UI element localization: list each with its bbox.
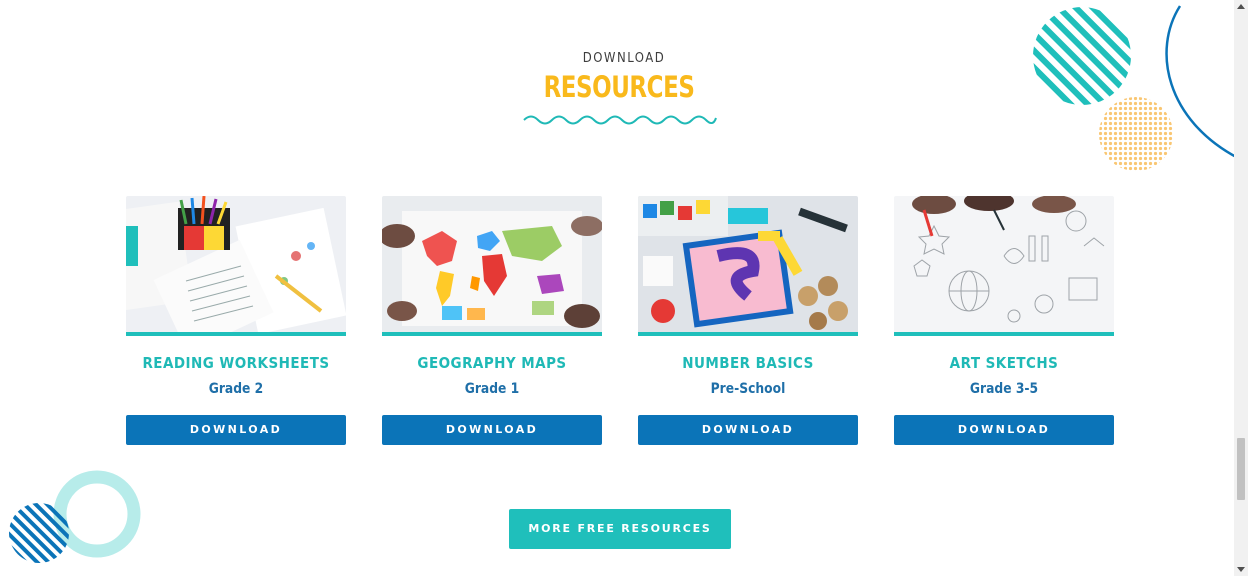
scroll-up-arrow-icon[interactable] — [1237, 4, 1245, 9]
section-title: RESOURCES — [543, 70, 695, 104]
decorative-striped-circle-blue — [9, 503, 69, 563]
resource-card-art-sketches: ART SKETCHS Grade 3-5 DOWNLOAD — [894, 196, 1114, 445]
resource-card-geography-maps: GEOGRAPHY MAPS Grade 1 DOWNLOAD — [382, 196, 602, 445]
card-grade: Grade 1 — [464, 381, 520, 397]
more-free-resources-button[interactable]: MORE FREE RESOURCES — [509, 509, 731, 549]
card-title: ART SKETCHS — [949, 354, 1059, 372]
download-button[interactable]: DOWNLOAD — [382, 415, 602, 445]
download-button[interactable]: DOWNLOAD — [126, 415, 346, 445]
vertical-scrollbar[interactable] — [1234, 0, 1248, 576]
number-basics-photo[interactable] — [638, 196, 858, 336]
section-kicker: DOWNLOAD — [582, 51, 666, 66]
download-button[interactable]: DOWNLOAD — [638, 415, 858, 445]
resource-card-reading-worksheets: READING WORKSHEETS Grade 2 DOWNLOAD — [126, 196, 346, 445]
scroll-down-arrow-icon[interactable] — [1237, 567, 1245, 572]
art-sketches-photo[interactable] — [894, 196, 1114, 336]
wavy-divider — [523, 115, 717, 125]
card-grade: Pre-School — [710, 381, 786, 397]
resources-section: DOWNLOAD RESOURCES READING WORKSHEETS Gr… — [0, 0, 1248, 576]
resource-card-number-basics: NUMBER BASICS Pre-School DOWNLOAD — [638, 196, 858, 445]
scrollbar-thumb[interactable] — [1237, 438, 1245, 500]
download-button[interactable]: DOWNLOAD — [894, 415, 1114, 445]
card-title: NUMBER BASICS — [682, 354, 814, 372]
decorative-ring-blue — [1165, 5, 1239, 160]
card-title: GEOGRAPHY MAPS — [417, 354, 567, 372]
card-title: READING WORKSHEETS — [142, 354, 330, 372]
card-grade: Grade 3-5 — [969, 381, 1039, 397]
reading-worksheets-photo[interactable] — [126, 196, 346, 336]
geography-maps-photo[interactable] — [382, 196, 602, 336]
card-grade: Grade 2 — [208, 381, 264, 397]
